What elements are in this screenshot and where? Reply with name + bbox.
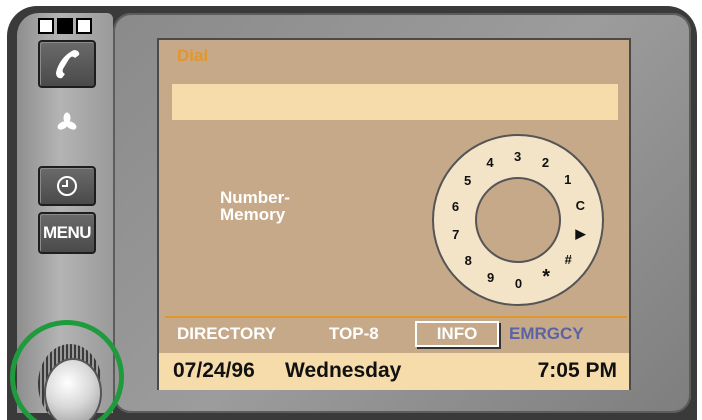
status-time: 7:05 PM — [537, 359, 617, 382]
status-square-3 — [76, 18, 92, 34]
dial-key-hash[interactable]: # — [558, 250, 578, 270]
number-memory-label[interactable]: Number- Memory — [220, 189, 290, 223]
control-knob[interactable] — [8, 318, 132, 420]
dial-key-5[interactable]: 5 — [458, 171, 478, 191]
status-square-1 — [38, 18, 54, 34]
dial-key-1[interactable]: 1 — [558, 170, 578, 190]
number-memory-label-line2: Memory — [220, 205, 286, 224]
dial-center — [475, 177, 561, 263]
rotary-dial: 4 3 2 1 C ▶ # * 0 9 8 7 6 5 — [432, 134, 604, 306]
knob-cap — [44, 358, 102, 420]
softkey-divider — [165, 316, 627, 318]
phone-button[interactable] — [38, 40, 96, 88]
fan-icon[interactable] — [56, 112, 78, 134]
status-date: 07/24/96 — [173, 359, 255, 382]
softkey-emergency[interactable]: EMRGCY — [509, 324, 584, 344]
softkey-directory[interactable]: DIRECTORY — [177, 324, 276, 344]
dial-key-3[interactable]: 3 — [508, 146, 528, 166]
softkey-info[interactable]: INFO — [415, 321, 499, 347]
number-input[interactable] — [172, 84, 618, 120]
status-square-2 — [57, 18, 73, 34]
menu-button-label: MENU — [42, 223, 92, 242]
menu-button[interactable]: MENU — [38, 212, 96, 254]
status-day: Wednesday — [285, 359, 402, 382]
status-indicators — [38, 18, 92, 34]
dial-key-7[interactable]: 7 — [446, 225, 466, 245]
screen-title: Dial — [177, 46, 209, 65]
phone-handset-icon — [56, 50, 80, 79]
dial-key-9[interactable]: 9 — [481, 268, 501, 288]
softkey-top8[interactable]: TOP-8 — [329, 324, 379, 344]
clock-button[interactable] — [38, 166, 96, 206]
clock-icon — [57, 176, 77, 196]
status-bar: 07/24/96 Wednesday 7:05 PM — [159, 353, 629, 390]
number-memory-label-line1: Number- — [220, 188, 290, 207]
lcd-screen: Dial Number- Memory 4 3 2 1 C ▶ # * 0 9 8 7 6 5 DIREC… — [157, 38, 631, 390]
softkey-bar: DIRECTORY TOP-8 INFO EMRGCY — [177, 321, 627, 347]
